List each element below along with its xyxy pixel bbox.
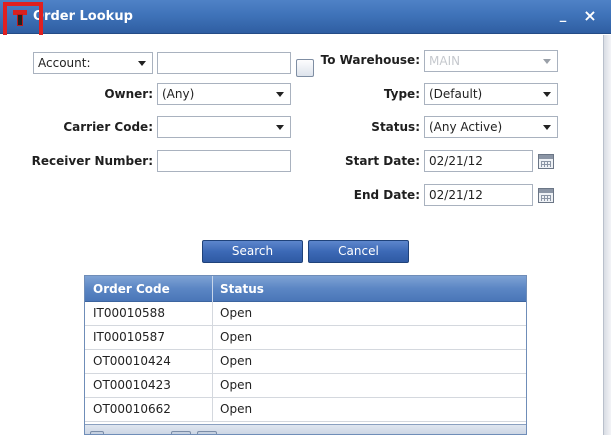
close-button[interactable]: × [581, 6, 599, 26]
table-row[interactable]: IT00010587 Open [85, 326, 526, 350]
status-cell: Open [220, 306, 253, 320]
order-code-cell: OT00010662 [93, 402, 171, 416]
grid-pager [85, 424, 526, 434]
grid-header: Order Code Status [85, 276, 526, 302]
end-date-label: End Date: [353, 188, 420, 202]
receiver-number-input[interactable] [157, 150, 291, 172]
search-button[interactable]: Search [202, 240, 303, 263]
start-date-label: Start Date: [344, 154, 420, 168]
table-row[interactable]: OT00010423 Open [85, 374, 526, 398]
table-row[interactable]: OT00010662 Open [85, 398, 526, 422]
receiver-number-label: Receiver Number: [31, 154, 153, 168]
order-code-cell: OT00010423 [93, 378, 171, 392]
table-row[interactable]: OT00010424 Open [85, 350, 526, 374]
carrier-code-label: Carrier Code: [63, 120, 153, 134]
pager-checkbox[interactable] [90, 431, 104, 434]
owner-select[interactable]: (Any) [157, 83, 291, 105]
window-title: Order Lookup [33, 9, 133, 24]
order-code-cell: OT00010424 [93, 354, 171, 368]
table-row[interactable]: IT00010588 Open [85, 302, 526, 326]
results-grid: Order Code Status IT00010588 Open IT0001… [84, 275, 527, 435]
calendar-icon[interactable] [538, 188, 554, 203]
status-cell: Open [220, 330, 253, 344]
carrier-code-select[interactable] [157, 116, 291, 138]
status-cell: Open [220, 354, 253, 368]
column-header-status[interactable]: Status [212, 276, 264, 302]
status-cell: Open [220, 402, 253, 416]
type-label: Type: [383, 87, 420, 101]
status-label: Status: [371, 120, 420, 134]
window-right-edge [603, 35, 611, 435]
owner-label: Owner: [104, 87, 153, 101]
account-type-select[interactable]: Account: [33, 52, 153, 74]
calendar-icon[interactable] [538, 154, 554, 169]
end-date-input[interactable]: 02/21/12 [424, 184, 533, 206]
to-warehouse-select[interactable]: MAIN [424, 50, 558, 72]
order-code-cell: IT00010588 [93, 306, 165, 320]
order-code-cell: IT00010587 [93, 330, 165, 344]
cancel-button[interactable]: Cancel [308, 240, 409, 263]
start-date-input[interactable]: 02/21/12 [424, 150, 533, 172]
pager-next-button[interactable] [197, 431, 217, 434]
status-select[interactable]: (Any Active) [424, 116, 558, 138]
minimize-button[interactable]: _ [554, 6, 572, 26]
window-titlebar: Order Lookup _ × [0, 0, 611, 34]
status-cell: Open [220, 378, 253, 392]
pager-prev-button[interactable] [171, 431, 191, 434]
to-warehouse-label: To Warehouse: [320, 53, 420, 67]
column-header-order-code[interactable]: Order Code [85, 276, 170, 302]
type-select[interactable]: (Default) [424, 83, 558, 105]
account-input[interactable] [157, 52, 291, 74]
